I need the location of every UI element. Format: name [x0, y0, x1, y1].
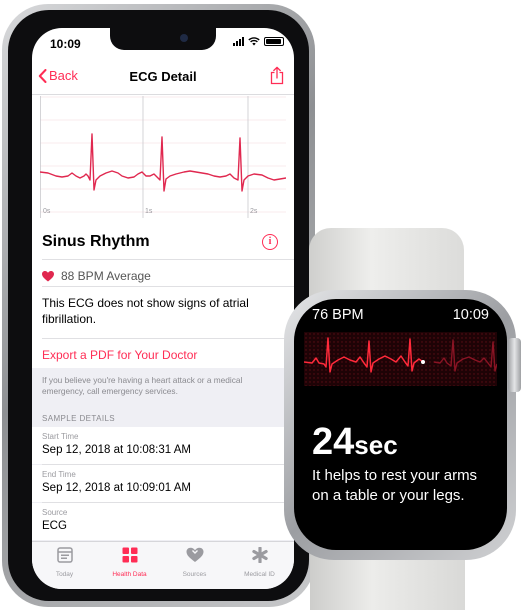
emergency-note: If you believe you're having a heart att…	[42, 375, 243, 396]
source-row: Source ECG	[32, 503, 294, 540]
navigation-bar: Back ECG Detail	[32, 60, 294, 95]
end-time-label: End Time	[42, 470, 76, 479]
info-icon: i	[268, 236, 272, 247]
tab-today-label: Today	[55, 571, 74, 578]
bpm-average-text: 88 BPM Average	[61, 269, 151, 283]
heart-icon	[42, 270, 54, 281]
wifi-icon	[248, 37, 260, 46]
ecg-tick-1s: 1s	[145, 208, 153, 215]
ecg-tick-2s: 2s	[250, 208, 258, 215]
recording-instruction: It helps to rest your arms on a table or…	[312, 467, 478, 504]
divider	[42, 259, 294, 260]
tab-bar: Today Health Data Sources Medical ID	[32, 541, 294, 589]
watch-ecg-waveform	[304, 332, 497, 386]
health-app-screen: 10:09 Back ECG Detail 0s 1s 2s Sinus Rhy…	[32, 28, 294, 589]
average-heart-rate: 88 BPM Average	[42, 269, 151, 283]
battery-icon	[264, 37, 284, 46]
digital-crown[interactable]	[508, 338, 521, 392]
source-value: ECG	[42, 520, 67, 532]
tab-health-data[interactable]: Health Data	[97, 547, 162, 578]
notch	[110, 28, 216, 50]
info-button[interactable]: i	[262, 234, 278, 250]
sources-icon	[186, 547, 203, 562]
medical-id-icon	[251, 546, 268, 564]
start-time-label: Start Time	[42, 432, 79, 441]
share-button[interactable]	[270, 66, 284, 90]
end-time-row: End Time Sep 12, 2018 at 10:09:01 AM	[32, 465, 294, 502]
divider	[42, 286, 294, 287]
end-time-value: Sep 12, 2018 at 10:09:01 AM	[42, 482, 191, 494]
watch-bpm: 76 BPM	[312, 307, 364, 323]
tab-today[interactable]: Today	[32, 547, 97, 578]
classification-title: Sinus Rhythm	[42, 233, 150, 250]
divider	[42, 338, 294, 339]
share-icon	[270, 66, 284, 85]
watch-screen: 76 BPM 10:09 24sec It helps to rest your…	[294, 299, 507, 550]
tab-medical-id-label: Medical ID	[244, 571, 275, 578]
countdown-value: 24	[312, 421, 355, 463]
watch-time: 10:09	[452, 307, 489, 323]
status-icons	[233, 37, 284, 46]
ecg-graph	[40, 96, 286, 218]
export-pdf-link[interactable]: Export a PDF for Your Doctor	[42, 348, 197, 362]
camera-dot	[180, 34, 188, 42]
ecg-progress-dot	[421, 360, 425, 364]
tab-sources-label: Sources	[182, 571, 207, 578]
tab-health-data-label: Health Data	[112, 571, 147, 578]
page-title: ECG Detail	[129, 69, 197, 84]
ecg-waveform-chart	[40, 96, 286, 218]
tab-medical-id[interactable]: Medical ID	[227, 546, 292, 578]
ecg-tick-0s: 0s	[43, 208, 51, 215]
cellular-signal-icon	[233, 37, 244, 46]
today-icon	[56, 547, 73, 563]
countdown-unit: sec	[354, 430, 398, 460]
sample-details-header: SAMPLE DETAILS	[42, 414, 116, 423]
source-label: Source	[42, 508, 68, 517]
status-time: 10:09	[50, 37, 81, 51]
ecg-description: This ECG does not show signs of atrial f…	[42, 296, 249, 326]
tab-sources[interactable]: Sources	[162, 547, 227, 578]
start-time-row: Start Time Sep 12, 2018 at 10:08:31 AM	[32, 427, 294, 464]
health-data-icon	[122, 547, 137, 563]
start-time-value: Sep 12, 2018 at 10:08:31 AM	[42, 444, 191, 456]
recording-countdown: 24sec	[312, 421, 398, 464]
